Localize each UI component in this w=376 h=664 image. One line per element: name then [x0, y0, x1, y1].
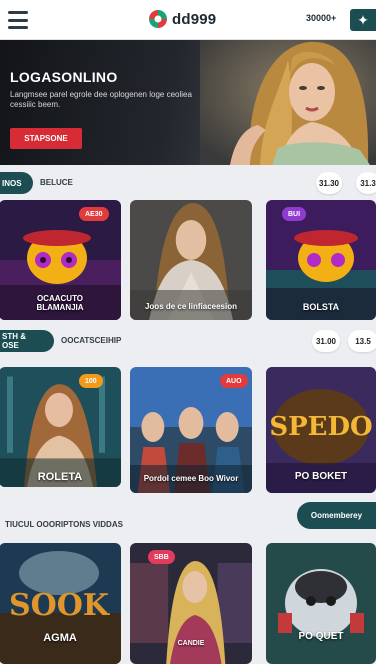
category-label-2[interactable]: OOCATSCEIHIP — [61, 336, 121, 345]
game-card[interactable]: Joos de ce linfiaceesion — [130, 200, 252, 320]
game-title: AGMA — [43, 632, 77, 644]
game-thumbnail — [266, 543, 376, 664]
game-card[interactable]: SPEDO PO BOKET — [266, 367, 376, 493]
game-card[interactable]: SOOK AGMA — [0, 543, 121, 664]
app-root: dd999 30000+ ✦ LOGASONLINO Langmsee pare… — [0, 0, 376, 664]
category-pill-label: INOS — [2, 178, 22, 188]
game-title: PO BOKET — [294, 471, 348, 482]
category-pill-2[interactable]: STH & OSE — [0, 330, 54, 352]
top-header: dd999 30000+ ✦ — [0, 0, 376, 40]
hero-woman-image — [200, 40, 376, 165]
brand-mark-icon — [148, 9, 168, 29]
game-badge: BUI — [282, 207, 307, 221]
filter-chip[interactable]: 13.5 — [348, 330, 376, 352]
plus-sparkle-icon[interactable]: ✦ — [350, 9, 376, 31]
brand-logo[interactable]: dd999 — [147, 8, 216, 30]
game-card[interactable]: 100 ROLETA — [0, 367, 121, 487]
game-title: BOLSTA — [302, 302, 340, 312]
game-thumbnail — [0, 367, 121, 487]
filter-chip[interactable]: 31.3 — [356, 172, 376, 194]
game-badge: SBB — [148, 550, 175, 564]
filter-chip[interactable]: 31.00 — [312, 330, 340, 352]
game-title: CANDIE — [177, 640, 205, 647]
game-card[interactable]: SBB CANDIE — [130, 543, 252, 664]
svg-text:SPEDO: SPEDO — [269, 412, 372, 442]
section-title: TIUCUL OOORIPTONS VIDDAS — [5, 520, 123, 529]
section-cta-button[interactable]: Oomemberey — [297, 502, 376, 529]
category-row-1: INOS BELUCE 31.30 31.3 — [0, 169, 376, 197]
game-card[interactable]: PO QUET — [266, 543, 376, 664]
game-card[interactable]: BUI BOLSTA — [266, 200, 376, 320]
filter-chip[interactable]: 31.30 — [316, 172, 342, 194]
category-row-2: STH & OSE OOCATSCEIHIP 31.00 13.5 — [0, 327, 376, 355]
hero-cta-button[interactable]: STAPSONE — [10, 128, 82, 149]
hamburger-menu-icon[interactable] — [8, 11, 28, 29]
svg-text:SOOK: SOOK — [9, 588, 110, 623]
game-badge: AUO — [220, 374, 248, 388]
category-pill-1[interactable]: INOS — [0, 172, 33, 194]
game-badge: 100 — [79, 374, 103, 388]
game-title: OCAACUTO BLAMANJIA — [36, 294, 84, 312]
game-title: PO QUET — [298, 631, 344, 642]
hero-banner[interactable]: LOGASONLINO Langmsee parel egrole dee op… — [0, 40, 376, 165]
game-title: Joos de ce linfiaceesion — [144, 302, 238, 311]
hero-subtitle: Langmsee parel egrole dee oplogenen loge… — [10, 90, 192, 109]
hero-title: LOGASONLINO — [10, 69, 118, 85]
game-card[interactable]: AUO Pordol cemee Boo Wivor — [130, 367, 252, 493]
game-title: ROLETA — [37, 471, 83, 483]
game-badge: AE30 — [79, 207, 109, 221]
game-card[interactable]: AE30 OCAACUTO BLAMANJIA — [0, 200, 121, 320]
category-label-1[interactable]: BELUCE — [40, 178, 73, 187]
game-thumbnail: SOOK — [0, 543, 121, 664]
balance-amount[interactable]: 30000+ — [306, 13, 336, 23]
brand-name: dd999 — [172, 10, 217, 28]
category-pill-label: STH & OSE — [2, 332, 26, 350]
game-title: Pordol cemee Boo Wivor — [143, 474, 239, 483]
